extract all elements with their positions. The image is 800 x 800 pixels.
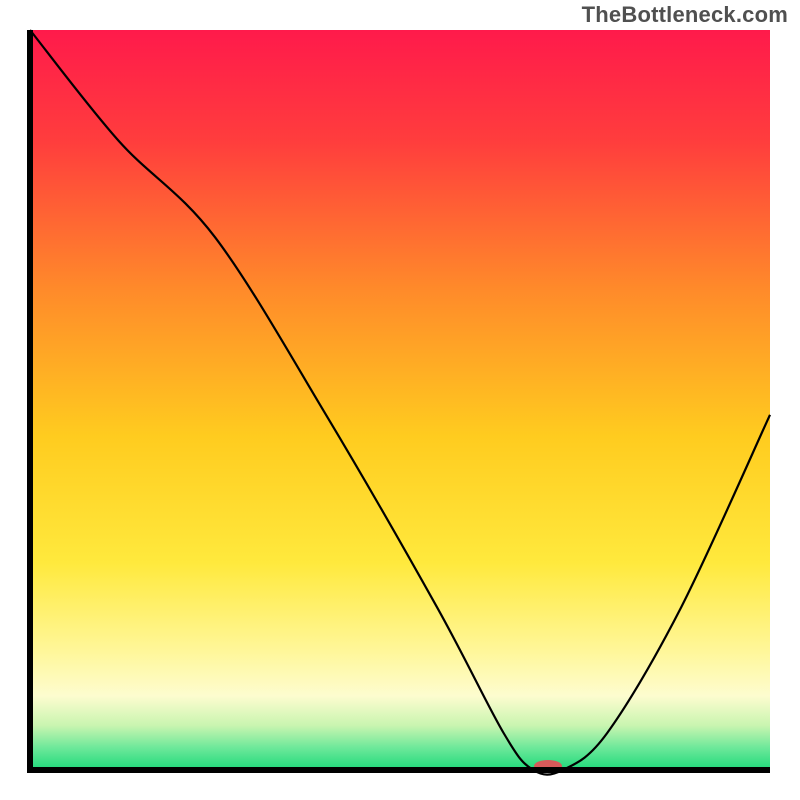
plot-background [30,30,770,770]
bottleneck-chart [0,0,800,800]
chart-container: TheBottleneck.com [0,0,800,800]
